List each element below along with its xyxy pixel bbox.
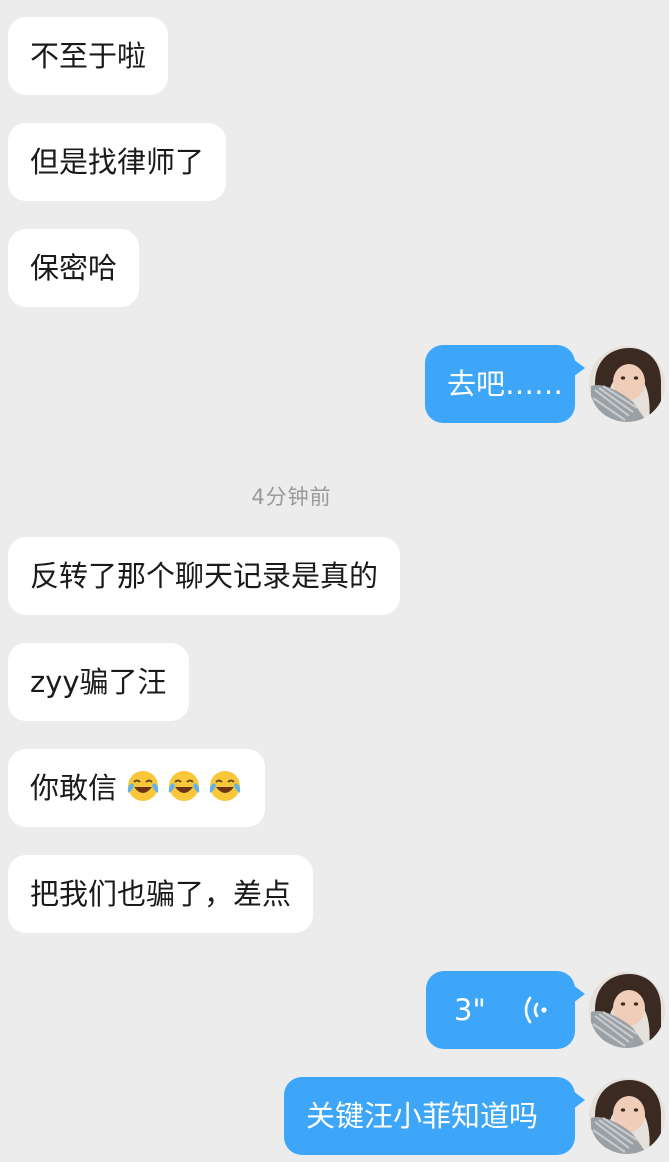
incoming-message-bubble[interactable]: 反转了那个聊天记录是真的 xyxy=(8,537,401,615)
voice-message-bubble[interactable]: 3" xyxy=(426,971,585,1049)
bubble-tail xyxy=(573,1091,585,1109)
message-text: 你敢信 xyxy=(30,771,118,805)
timestamp: 4分钟前 xyxy=(251,485,332,509)
outgoing-message-bubble[interactable]: 去吧…… xyxy=(425,345,585,423)
avatar-image xyxy=(589,346,665,422)
message-text: zyy骗了汪 xyxy=(30,665,167,699)
message-text: 关键汪小菲知道吗 xyxy=(306,1099,539,1133)
message-text: 反转了那个聊天记录是真的 xyxy=(30,559,379,593)
avatar-image xyxy=(589,1078,665,1154)
voice-duration: 3" xyxy=(454,993,486,1027)
user-avatar[interactable] xyxy=(589,972,665,1048)
face-with-tears-of-joy-icon xyxy=(127,771,159,801)
face-with-tears-of-joy-icon xyxy=(168,771,200,801)
message-text: 但是找律师了 xyxy=(30,145,205,179)
avatar-image xyxy=(589,972,665,1048)
incoming-message-bubble[interactable]: 把我们也骗了，差点 xyxy=(8,855,314,933)
user-avatar[interactable] xyxy=(589,346,665,422)
face-with-tears-of-joy-icon xyxy=(209,771,241,801)
incoming-message-bubble[interactable]: 但是找律师了 xyxy=(8,123,227,201)
bubble-tail xyxy=(573,985,585,1003)
voice-wave-icon xyxy=(524,996,547,1024)
message-text: 去吧…… xyxy=(447,367,564,401)
incoming-message-bubble[interactable]: 你敢信 xyxy=(8,749,266,827)
bubble-tail xyxy=(573,359,585,377)
incoming-message-bubble[interactable]: 保密哈 xyxy=(8,229,140,307)
emoji-group xyxy=(117,771,243,805)
message-text: 保密哈 xyxy=(30,251,118,285)
user-avatar[interactable] xyxy=(589,1078,665,1154)
incoming-message-bubble[interactable]: zyy骗了汪 xyxy=(8,643,189,721)
incoming-message-bubble[interactable]: 不至于啦 xyxy=(8,17,169,95)
message-text: 不至于啦 xyxy=(30,39,147,73)
outgoing-message-bubble[interactable]: 关键汪小菲知道吗 xyxy=(284,1077,585,1155)
message-text: 把我们也骗了，差点 xyxy=(30,877,292,911)
